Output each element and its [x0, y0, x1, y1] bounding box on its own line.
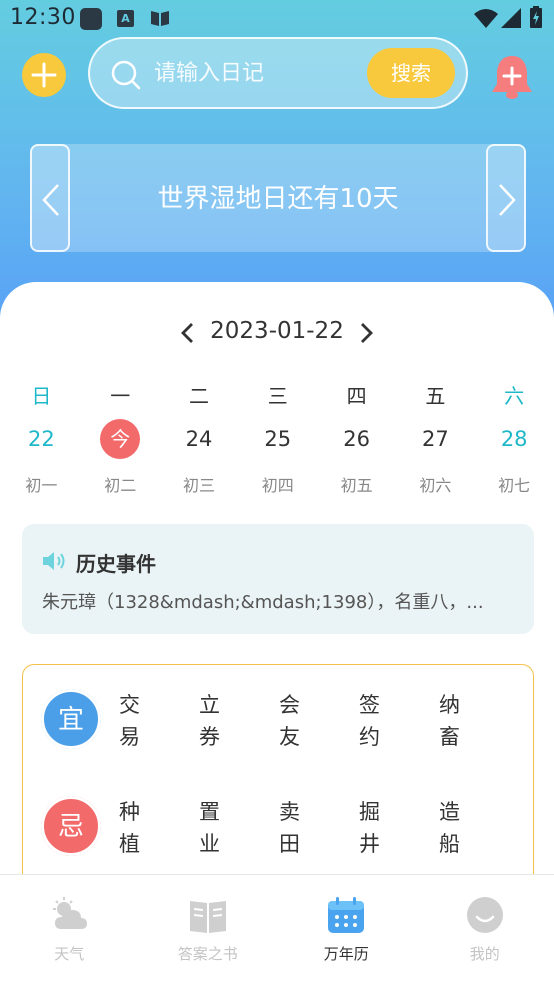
lunar-date: 初二	[104, 476, 137, 495]
history-event-text: 朱元璋（1328&mdash;&mdash;1398），名重八，...	[42, 592, 484, 613]
ji-item: 置业	[199, 800, 220, 856]
book-notification-icon	[151, 11, 169, 26]
chevron-left-icon	[42, 184, 59, 216]
nav-weather[interactable]: 天气	[0, 875, 139, 984]
weekday-label: 二	[188, 384, 209, 408]
app-a-icon: A	[117, 10, 134, 27]
yi-item: 立券	[199, 693, 220, 749]
search-button[interactable]: 搜索	[367, 48, 455, 98]
banner-prev-button[interactable]	[30, 144, 70, 252]
wifi-icon	[474, 9, 498, 28]
ji-items: 种植 置业 卖田 掘井 造船	[119, 796, 519, 860]
day-cell[interactable]: 27	[396, 424, 475, 456]
bottom-navigation: 天气 答案之书 万年历 我的	[0, 874, 554, 984]
lunar-date: 初五	[340, 476, 373, 495]
search-bar: 搜索	[88, 37, 468, 109]
weekday-label: 六	[504, 384, 525, 408]
lunar-date: 初三	[182, 476, 215, 495]
status-bar: 12:30 A	[0, 0, 554, 38]
chevron-right-icon	[499, 184, 516, 216]
ji-item: 卖田	[279, 800, 300, 856]
weekday-label: 四	[346, 384, 367, 408]
nav-label: 我的	[469, 945, 500, 963]
ji-item: 造船	[439, 800, 460, 856]
day-cell[interactable]: 24	[160, 424, 239, 456]
nav-profile[interactable]: 我的	[416, 875, 554, 984]
weekday-label: 五	[425, 384, 446, 408]
status-time: 12:30	[10, 5, 76, 30]
lunar-date: 初一	[25, 476, 58, 495]
speaker-icon	[43, 552, 65, 570]
nav-answer-book[interactable]: 答案之书	[139, 875, 278, 984]
weather-icon	[53, 897, 88, 929]
plus-icon	[31, 62, 57, 88]
battery-icon	[530, 6, 542, 28]
today-marker: 今	[100, 419, 141, 459]
weekday-label: 日	[31, 384, 52, 408]
banner-text: 世界湿地日还有10天	[157, 184, 399, 214]
yi-item: 签约	[359, 693, 380, 749]
day-cell[interactable]: 25	[238, 424, 317, 456]
next-week-button[interactable]	[354, 321, 378, 345]
yi-badge: 宜	[41, 689, 101, 749]
day-cell[interactable]: 28	[475, 424, 554, 456]
banner-next-button[interactable]	[486, 144, 526, 252]
nav-calendar[interactable]: 万年历	[277, 875, 416, 984]
almanac-card: 宜 交易 立券 会友 签约 纳畜 忌 种植 置业 卖田 掘井 造船	[22, 664, 534, 892]
lunar-dates-row: 初一 初二 初三 初四 初五 初六 初七	[2, 472, 554, 496]
day-cell[interactable]: 22	[2, 424, 81, 456]
lunar-date: 初七	[498, 476, 531, 495]
app-notification-icon	[80, 8, 102, 30]
calendar-icon	[328, 897, 365, 933]
yi-label: 宜	[41, 689, 101, 749]
yi-item: 会友	[279, 693, 300, 749]
add-diary-button[interactable]	[22, 53, 66, 97]
weekday-label: 三	[267, 384, 288, 408]
nav-label: 天气	[54, 945, 85, 963]
nav-label: 答案之书	[177, 945, 238, 963]
history-event-title: 历史事件	[76, 552, 156, 576]
book-icon	[189, 901, 226, 933]
week-days-row: 22 今 24 25 26 27 28	[2, 419, 554, 459]
search-input[interactable]	[154, 55, 354, 91]
lunar-date: 初四	[261, 476, 294, 495]
reminder-bell-icon[interactable]	[488, 52, 536, 102]
prev-week-button[interactable]	[176, 321, 200, 345]
weekday-label: 一	[110, 384, 131, 408]
weekday-header: 日 一 二 三 四 五 六	[2, 380, 554, 409]
nav-label: 万年历	[323, 945, 369, 963]
lunar-date: 初六	[419, 476, 452, 495]
ji-badge: 忌	[41, 796, 101, 856]
current-date[interactable]: 2023-01-22	[200, 318, 354, 344]
yi-item: 纳畜	[439, 693, 460, 749]
day-cell[interactable]: 26	[317, 424, 396, 456]
ji-item: 种植	[119, 800, 140, 856]
signal-icon	[501, 8, 521, 28]
ji-item: 掘井	[359, 800, 380, 856]
profile-icon	[466, 897, 503, 933]
yi-item: 交易	[119, 693, 140, 749]
yi-items: 交易 立券 会友 签约 纳畜	[119, 689, 519, 753]
search-icon	[111, 60, 141, 90]
day-cell-today[interactable]: 今	[81, 419, 160, 459]
ji-label: 忌	[41, 796, 101, 856]
history-event-card[interactable]: 历史事件 朱元璋（1328&mdash;&mdash;1398），名重八，...	[22, 524, 534, 634]
